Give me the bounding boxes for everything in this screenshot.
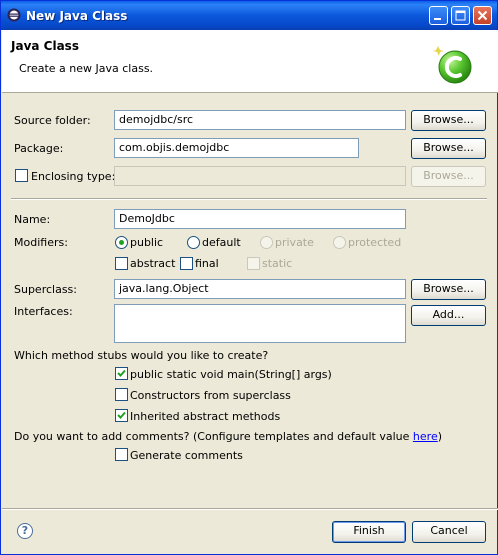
constructors-checkbox[interactable] [115,388,128,401]
public-radio[interactable] [115,236,128,249]
minimize-icon [434,18,441,20]
interfaces-list[interactable] [114,304,406,343]
abstract-label: abstract [130,257,176,270]
add-interface-button[interactable]: Add... [411,305,486,326]
public-label: public [130,236,164,249]
private-radio[interactable] [260,236,273,249]
page-description: Create a new Java class. [19,62,154,75]
new-java-class-dialog: New Java Class Java Class Create a new J… [0,0,498,555]
package-label: Package: [14,142,64,155]
checkmark-icon [117,411,126,419]
source-folder-label: Source folder: [14,114,91,127]
close-icon [477,10,488,21]
comments-question-end: ) [437,430,443,443]
minimize-button[interactable] [429,6,448,25]
modifiers-label: Modifiers: [14,236,68,249]
checkmark-icon [117,369,126,377]
source-folder-browse-button[interactable]: Browse... [411,110,486,131]
comments-question-text: Do you want to add comments? (Configure … [14,430,413,443]
new-class-wizard-icon [433,46,472,84]
static-checkbox[interactable] [247,257,260,270]
final-checkbox[interactable] [180,257,193,270]
cancel-button[interactable]: Cancel [412,521,486,543]
inherited-methods-checkbox[interactable] [115,409,128,422]
generate-comments-checkbox[interactable] [115,448,128,461]
static-label: static [262,257,293,270]
superclass-field[interactable]: java.lang.Object [114,279,406,299]
title-bar[interactable]: New Java Class [1,1,497,30]
window-title: New Java Class [26,9,128,23]
enclosing-type-browse-button[interactable]: Browse... [411,166,486,187]
constructors-label: Constructors from superclass [130,389,291,402]
comments-question: Do you want to add comments? (Configure … [14,430,442,443]
enclosing-type-label: Enclosing type: [31,170,116,183]
configure-templates-link[interactable]: here [413,430,438,443]
protected-radio[interactable] [333,236,346,249]
method-stubs-question: Which method stubs would you like to cre… [14,349,269,362]
superclass-label: Superclass: [14,283,77,296]
main-method-checkbox[interactable] [115,367,128,380]
source-folder-field[interactable]: demojdbc/src [114,110,406,130]
inherited-methods-label: Inherited abstract methods [130,410,281,423]
footer-separator [2,508,498,510]
enclosing-type-field[interactable] [114,166,406,186]
default-radio[interactable] [187,236,200,249]
interfaces-label: Interfaces: [14,305,73,318]
finish-button[interactable]: Finish [332,521,406,543]
name-field[interactable]: DemoJdbc [114,209,406,229]
separator [11,198,487,200]
superclass-browse-button[interactable]: Browse... [411,279,486,300]
abstract-checkbox[interactable] [115,257,128,270]
page-title: Java Class [11,39,79,53]
private-label: private [275,236,314,249]
package-browse-button[interactable]: Browse... [411,138,486,159]
enclosing-type-checkbox[interactable] [15,169,28,182]
maximize-button[interactable] [451,6,470,25]
help-icon[interactable]: ? [17,523,33,539]
maximize-icon [455,10,466,21]
protected-label: protected [348,236,402,249]
generate-comments-label: Generate comments [130,449,243,462]
close-button[interactable] [473,6,492,25]
main-method-label: public static void main(String[] args) [130,368,332,381]
final-label: final [195,257,219,270]
eclipse-icon [7,8,21,22]
wizard-header: Java Class Create a new Java class. [2,30,498,93]
radio-selected-dot [119,240,124,245]
name-label: Name: [14,213,51,226]
default-label: default [202,236,241,249]
package-field[interactable]: com.objis.demojdbc [114,138,359,158]
